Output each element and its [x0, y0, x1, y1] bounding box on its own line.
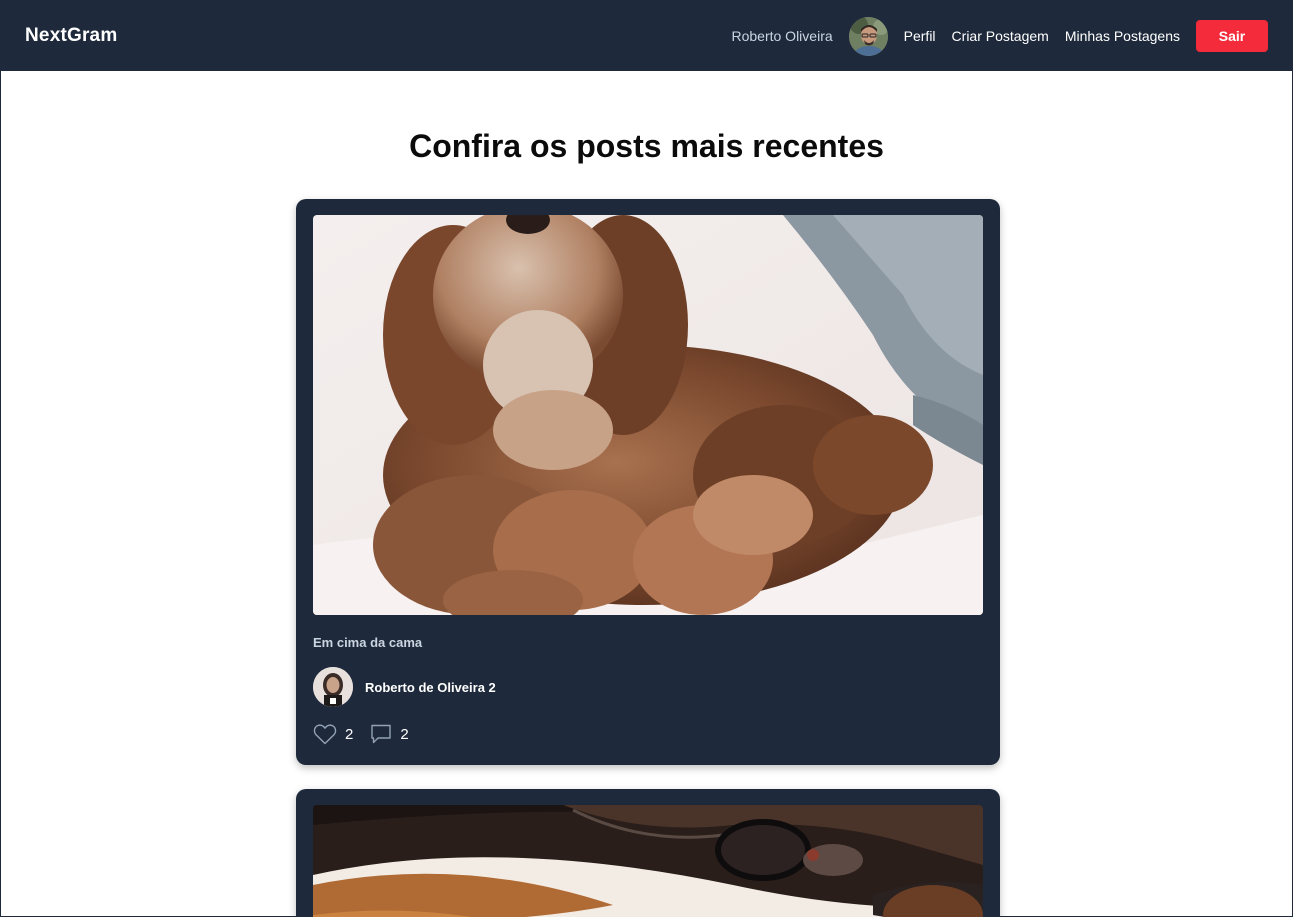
comment-icon	[371, 724, 392, 744]
user-avatar[interactable]	[848, 16, 888, 56]
brand-logo[interactable]: NextGram	[25, 25, 117, 47]
comment-button[interactable]: 2	[370, 723, 409, 745]
navbar: NextGram Roberto Oliveira Perfil Criar P…	[1, 1, 1292, 71]
nav-link-create-post[interactable]: Criar Postagem	[952, 28, 1049, 44]
nav-user-name: Roberto Oliveira	[731, 28, 833, 44]
nav-menu: Roberto Oliveira Perfil Criar Postagem M…	[731, 16, 1268, 56]
post-card	[296, 789, 1000, 917]
post-author[interactable]: Roberto de Oliveira 2	[313, 667, 983, 707]
comment-count: 2	[400, 725, 409, 743]
author-name[interactable]: Roberto de Oliveira 2	[365, 680, 496, 695]
author-avatar-image	[313, 667, 353, 707]
post-card: Em cima da cama Roberto de Oliveira 2 2 …	[296, 199, 1000, 765]
post-image[interactable]	[313, 805, 983, 917]
like-count: 2	[345, 725, 354, 743]
page-title: Confira os posts mais recentes	[409, 128, 884, 164]
user-avatar-image	[848, 16, 888, 56]
post-photo-dog-selfie	[313, 805, 983, 917]
logout-button[interactable]: Sair	[1196, 20, 1268, 52]
post-caption: Em cima da cama	[313, 635, 423, 650]
nav-link-my-posts[interactable]: Minhas Postagens	[1065, 28, 1180, 44]
like-button[interactable]: 2	[313, 723, 353, 745]
post-actions: 2 2	[313, 723, 983, 745]
post-photo-dog	[313, 215, 983, 615]
author-avatar[interactable]	[313, 667, 353, 707]
post-image[interactable]	[313, 215, 983, 615]
heart-icon	[313, 724, 337, 745]
nav-link-profile[interactable]: Perfil	[904, 28, 936, 44]
